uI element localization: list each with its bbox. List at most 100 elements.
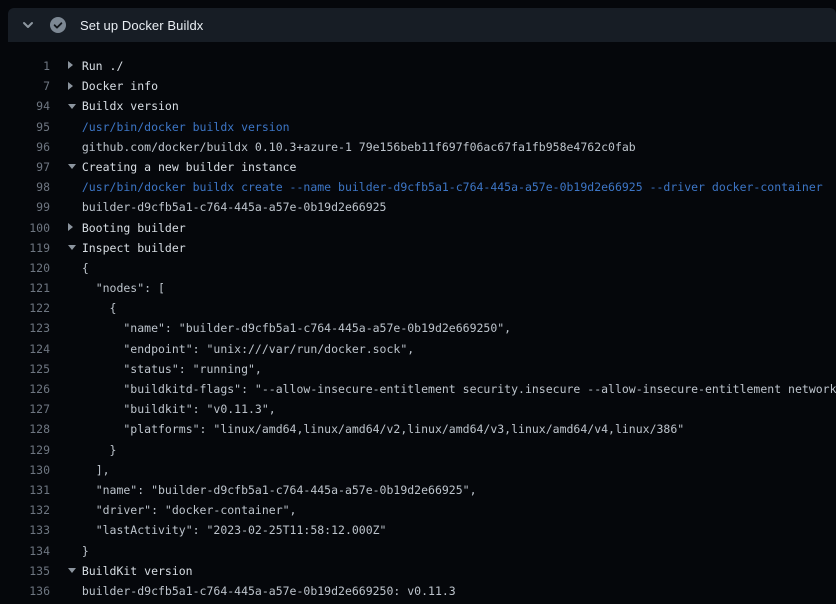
log-line-text: "platforms": "linux/amd64,linux/amd64/v2… — [68, 419, 836, 439]
line-number[interactable]: 132 — [0, 500, 50, 520]
group-title[interactable]: Docker info — [82, 79, 158, 93]
log-line-text: { — [68, 298, 836, 318]
log-row: 98 /usr/bin/docker buildx create --name … — [0, 177, 836, 197]
check-circle-icon — [50, 17, 66, 33]
line-number[interactable]: 96 — [0, 137, 50, 157]
line-number[interactable]: 131 — [0, 480, 50, 500]
group-title[interactable]: Buildx version — [82, 99, 179, 113]
log-line-text: "driver": "docker-container", — [68, 500, 836, 520]
log-row[interactable]: 1 Run ./ — [0, 56, 836, 76]
log-row: 136 builder-d9cfb5a1-c764-445a-a57e-0b19… — [0, 581, 836, 601]
log-row: 96 github.com/docker/buildx 0.10.3+azure… — [0, 137, 836, 157]
log-row: 120 { — [0, 258, 836, 278]
line-number[interactable]: 121 — [0, 278, 50, 298]
line-number[interactable]: 123 — [0, 318, 50, 338]
log-line-text: Inspect builder — [68, 238, 836, 258]
log-line-text: "lastActivity": "2023-02-25T11:58:12.000… — [68, 520, 836, 540]
log-row: 129 } — [0, 440, 836, 460]
triangle-right-icon[interactable] — [68, 218, 82, 238]
log-row: 99 builder-d9cfb5a1-c764-445a-a57e-0b19d… — [0, 197, 836, 217]
log-row[interactable]: 97 Creating a new builder instance — [0, 157, 836, 177]
triangle-right-icon[interactable] — [68, 56, 82, 76]
line-number[interactable]: 95 — [0, 117, 50, 137]
chevron-down-icon[interactable] — [20, 17, 36, 33]
step-header[interactable]: Set up Docker Buildx — [8, 8, 836, 42]
log-line-text: } — [68, 440, 836, 460]
line-number[interactable]: 120 — [0, 258, 50, 278]
log-line-text: /usr/bin/docker buildx version — [68, 117, 836, 137]
log-row: 134 } — [0, 541, 836, 561]
line-number[interactable]: 125 — [0, 359, 50, 379]
log-row: 132 "driver": "docker-container", — [0, 500, 836, 520]
line-number[interactable]: 130 — [0, 460, 50, 480]
log-row: 121 "nodes": [ — [0, 278, 836, 298]
group-title[interactable]: Inspect builder — [82, 241, 186, 255]
log-row: 133 "lastActivity": "2023-02-25T11:58:12… — [0, 520, 836, 540]
log-row: 127 "buildkit": "v0.11.3", — [0, 399, 836, 419]
log-line-text: ], — [68, 460, 836, 480]
triangle-right-icon[interactable] — [68, 77, 82, 97]
line-number[interactable]: 94 — [0, 96, 50, 116]
log-row: 128 "platforms": "linux/amd64,linux/amd6… — [0, 419, 836, 439]
log-row: 131 "name": "builder-d9cfb5a1-c764-445a-… — [0, 480, 836, 500]
line-number[interactable]: 133 — [0, 520, 50, 540]
line-number[interactable]: 100 — [0, 218, 50, 238]
log-row: 126 "buildkitd-flags": "--allow-insecure… — [0, 379, 836, 399]
group-title[interactable]: BuildKit version — [82, 564, 193, 578]
line-number[interactable]: 119 — [0, 238, 50, 258]
log-line-text: github.com/docker/buildx 0.10.3+azure-1 … — [68, 137, 836, 157]
log-area: 1 Run ./ 7 Docker info 94 Buildx version… — [0, 42, 836, 601]
triangle-down-icon[interactable] — [68, 157, 82, 177]
line-number[interactable]: 136 — [0, 581, 50, 601]
log-line-text: { — [68, 258, 836, 278]
log-row[interactable]: 7 Docker info — [0, 76, 836, 96]
log-line-text: "endpoint": "unix:///var/run/docker.sock… — [68, 339, 836, 359]
line-number[interactable]: 97 — [0, 157, 50, 177]
step-title: Set up Docker Buildx — [80, 18, 203, 33]
line-number[interactable]: 7 — [0, 76, 50, 96]
log-line-text: builder-d9cfb5a1-c764-445a-a57e-0b19d2e6… — [68, 197, 836, 217]
log-line-text: "nodes": [ — [68, 278, 836, 298]
log-row: 124 "endpoint": "unix:///var/run/docker.… — [0, 339, 836, 359]
log-row[interactable]: 94 Buildx version — [0, 96, 836, 116]
line-number[interactable]: 98 — [0, 177, 50, 197]
log-line-text: Docker info — [68, 76, 836, 96]
log-line-text: BuildKit version — [68, 561, 836, 581]
log-line-text: "buildkit": "v0.11.3", — [68, 399, 836, 419]
log-line-text: Booting builder — [68, 218, 836, 238]
log-row: 125 "status": "running", — [0, 359, 836, 379]
log-line-text: "status": "running", — [68, 359, 836, 379]
line-number[interactable]: 122 — [0, 298, 50, 318]
log-line-text: Buildx version — [68, 96, 836, 116]
log-line-text: "name": "builder-d9cfb5a1-c764-445a-a57e… — [68, 318, 836, 338]
log-row: 123 "name": "builder-d9cfb5a1-c764-445a-… — [0, 318, 836, 338]
log-row: 122 { — [0, 298, 836, 318]
group-title[interactable]: Run ./ — [82, 59, 124, 73]
line-number[interactable]: 1 — [0, 56, 50, 76]
triangle-down-icon[interactable] — [68, 97, 82, 117]
line-number[interactable]: 126 — [0, 379, 50, 399]
group-title[interactable]: Booting builder — [82, 221, 186, 235]
log-line-text: /usr/bin/docker buildx create --name bui… — [68, 177, 836, 197]
log-row: 95 /usr/bin/docker buildx version — [0, 117, 836, 137]
log-row[interactable]: 135 BuildKit version — [0, 561, 836, 581]
line-number[interactable]: 128 — [0, 419, 50, 439]
line-number[interactable]: 134 — [0, 541, 50, 561]
group-title[interactable]: Creating a new builder instance — [82, 160, 297, 174]
line-number[interactable]: 99 — [0, 197, 50, 217]
actions-log-viewer: Set up Docker Buildx 1 Run ./ 7 Docker i… — [0, 0, 836, 604]
line-number[interactable]: 135 — [0, 561, 50, 581]
line-number[interactable]: 129 — [0, 440, 50, 460]
line-number[interactable]: 127 — [0, 399, 50, 419]
log-line-text: } — [68, 541, 836, 561]
log-line-text: Creating a new builder instance — [68, 157, 836, 177]
log-row: 130 ], — [0, 460, 836, 480]
log-line-text: builder-d9cfb5a1-c764-445a-a57e-0b19d2e6… — [68, 581, 836, 601]
log-line-text: Run ./ — [68, 56, 836, 76]
log-row[interactable]: 100 Booting builder — [0, 218, 836, 238]
line-number[interactable]: 124 — [0, 339, 50, 359]
log-row[interactable]: 119 Inspect builder — [0, 238, 836, 258]
log-line-text: "buildkitd-flags": "--allow-insecure-ent… — [68, 379, 836, 399]
triangle-down-icon[interactable] — [68, 238, 82, 258]
triangle-down-icon[interactable] — [68, 561, 82, 581]
